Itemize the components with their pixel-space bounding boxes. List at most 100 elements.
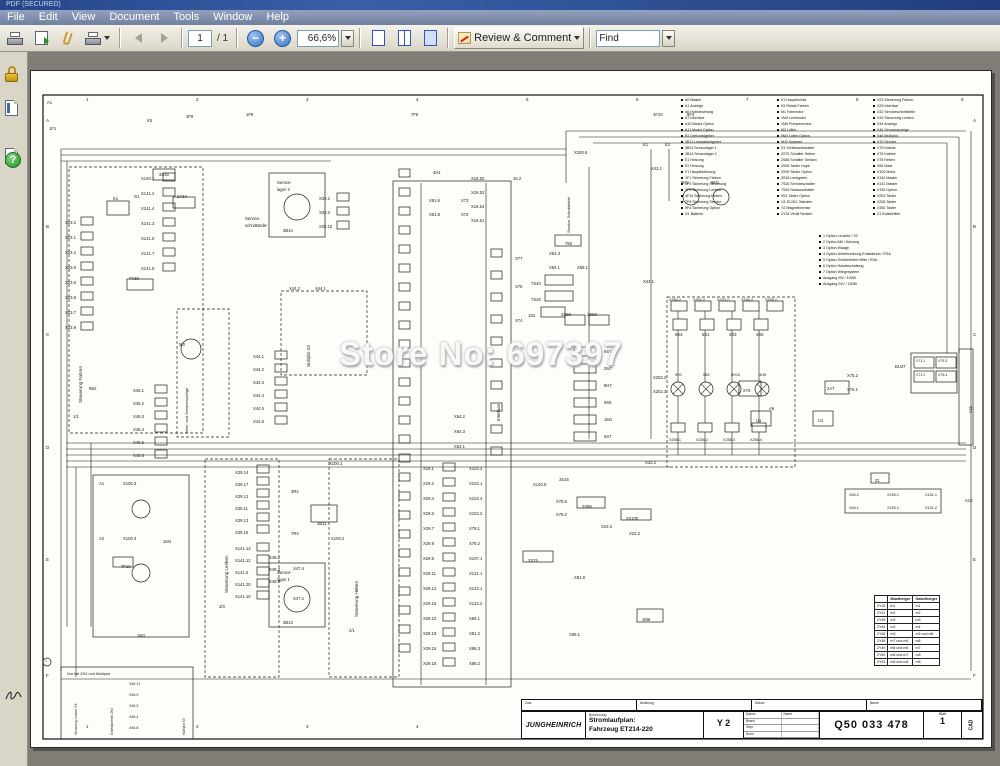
- continuous-page-button[interactable]: [392, 27, 416, 49]
- schematic-label: X71.2: [916, 374, 925, 378]
- menu-item-file[interactable]: File: [0, 10, 32, 25]
- schematic-label: 8H7: [604, 384, 612, 388]
- schematic-label: Steuerung Heben: [355, 581, 360, 617]
- schematic-label: 9: [961, 98, 964, 103]
- schematic-label: X39.19: [235, 531, 248, 535]
- schematic-label: X39.17: [235, 483, 248, 487]
- schematic-label: 3S16: [559, 478, 569, 482]
- schematic-label: X44.2: [253, 368, 264, 372]
- schematic-label: X16.52: [471, 177, 484, 181]
- bookmarks-panel-button[interactable]: [5, 100, 18, 116]
- schematic-label: X42.1: [643, 280, 654, 284]
- schematic-label: 9H2: [681, 181, 689, 185]
- schematic-label: X76: [515, 285, 522, 289]
- schematic-label: X78.6: [556, 500, 567, 504]
- schematic-label: 5S1: [702, 333, 709, 337]
- print-button[interactable]: [3, 27, 27, 49]
- schematic-label: X141.10: [235, 595, 251, 599]
- zoom-out-button[interactable]: −: [243, 27, 268, 49]
- security-lock-icon[interactable]: [5, 66, 19, 84]
- schematic-label: X79.1: [469, 527, 480, 531]
- menu-item-view[interactable]: View: [65, 10, 103, 25]
- schematic-label: G1: [134, 195, 140, 199]
- schematic-label: X151.2: [925, 507, 937, 511]
- schematic-label: X84.2: [849, 494, 859, 498]
- menu-item-edit[interactable]: Edit: [32, 10, 65, 25]
- help-button[interactable]: ?: [5, 152, 21, 168]
- schematic-label: K1: [113, 197, 118, 201]
- signature-icon[interactable]: [5, 688, 23, 707]
- schematic-label: 6S7: [604, 435, 611, 439]
- chevron-down-icon: [574, 36, 580, 40]
- schematic-label: X78.2: [556, 513, 567, 517]
- document-area[interactable]: A11F1K53F91F97F84F109F4E1E2X200.6X43.19H…: [28, 52, 1000, 766]
- schematic-label: X44.4: [253, 394, 264, 398]
- schematic-label: X141.4: [141, 207, 154, 211]
- menu-item-document[interactable]: Document: [102, 10, 166, 25]
- find-dropdown-button[interactable]: [662, 30, 675, 47]
- schematic-label: 4: [416, 725, 419, 730]
- schematic-label: 3/3: [219, 605, 225, 609]
- export-button[interactable]: [29, 27, 53, 49]
- watermark: Store No: 697397: [339, 335, 623, 373]
- zoom-level-input[interactable]: [297, 30, 339, 47]
- mtable-row: 2Y15m1m1: [875, 603, 940, 610]
- schematic-label: X256.4: [750, 439, 762, 443]
- schematic-label: 7S40: [531, 282, 541, 286]
- schematic-label-layer: A11F1K53F91F97F84F109F4E1E2X200.6X43.19H…: [31, 71, 992, 748]
- zoom-dropdown-button[interactable]: [341, 30, 354, 47]
- paperclip-icon: [62, 31, 73, 46]
- schematic-label: U1: [818, 419, 823, 423]
- fit-page-button[interactable]: [418, 27, 442, 49]
- schematic-label: X29.15: [423, 647, 436, 651]
- schematic-label: C: [46, 333, 49, 338]
- schematic-label: X141.7: [141, 252, 154, 256]
- find-input[interactable]: [596, 30, 660, 47]
- schematic-label: X23.2: [629, 532, 640, 536]
- toolbar-separator: [181, 28, 183, 48]
- menu-item-tools[interactable]: Tools: [167, 10, 207, 25]
- schematic-label: 3S16: [159, 173, 169, 177]
- mtable-row: 2Y49m8 und m6m7: [875, 645, 940, 652]
- next-view-button[interactable]: [152, 27, 176, 49]
- schematic-label: X29.19: [423, 632, 436, 636]
- schematic-label: X150.1: [887, 494, 899, 498]
- drawing-title: Benennung Stromlaufplan: Fahrzeug ET214-…: [586, 712, 704, 738]
- schematic-label: Steuerung Lenken: [225, 555, 230, 593]
- schematic-label: 9F4: [687, 113, 694, 117]
- chevron-down-icon: [345, 36, 351, 40]
- schematic-label: Service Schnittstelle: [567, 197, 571, 233]
- schematic-label: Inbe- und Serviceanzeige: [185, 388, 189, 433]
- schematic-label: X256.3: [723, 439, 735, 443]
- print-menu-button[interactable]: [81, 27, 114, 49]
- schematic-label: 9H1: [675, 374, 682, 378]
- schematic-label: 5H10: [731, 374, 740, 378]
- schematic-label: X39.12: [235, 495, 248, 499]
- printer-icon: [85, 32, 101, 45]
- attachment-button[interactable]: [55, 27, 79, 49]
- schematic-label: U1: [756, 419, 761, 423]
- comment-pencil-icon: [458, 32, 471, 44]
- schematic-label: X23.7: [65, 311, 76, 315]
- schematic-label: 4: [416, 98, 419, 103]
- schematic-label: X29.2: [423, 482, 434, 486]
- single-page-button[interactable]: [366, 27, 390, 49]
- previous-view-button[interactable]: [126, 27, 150, 49]
- review-comment-button[interactable]: Review & Comment: [454, 27, 584, 49]
- menu-item-window[interactable]: Window: [206, 10, 259, 25]
- schematic-label: X107.1: [469, 557, 482, 561]
- menu-item-help[interactable]: Help: [259, 10, 296, 25]
- schematic-label: 3B13: [283, 621, 293, 625]
- schematic-label: 1: [45, 660, 47, 664]
- page-number-input[interactable]: [188, 30, 212, 47]
- schematic-label: lager 2: [277, 188, 290, 192]
- schematic-label: X64.1: [454, 445, 465, 449]
- revision-cell: Name: [867, 700, 982, 710]
- zoom-in-button[interactable]: +: [270, 27, 295, 49]
- schematic-label: X81.8: [574, 576, 585, 580]
- schematic-label: X46.8: [129, 727, 138, 731]
- schematic-label: X58.1: [577, 266, 588, 270]
- navigation-sidebar: ?: [0, 52, 28, 766]
- schematic-label: X75.4: [938, 374, 947, 378]
- schematic-label: A11: [969, 406, 973, 413]
